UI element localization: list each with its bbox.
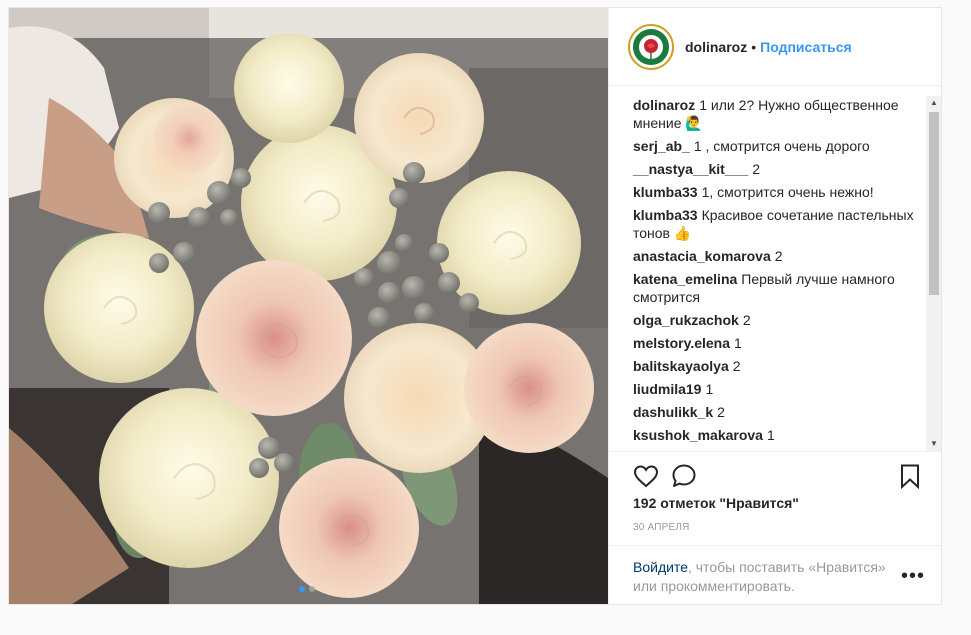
scroll-up-arrow-icon[interactable]: ▲ [926, 96, 941, 110]
comment-item: serj_ab_ 1 , смотрится очень дорого [633, 137, 919, 155]
carousel-dot[interactable] [299, 586, 305, 592]
comment-author-link[interactable]: ksushok_makarova [633, 427, 763, 443]
comments-section: dolinaroz 1 или 2? Нужно общественное мне… [609, 96, 941, 451]
post-photo[interactable] [9, 8, 608, 604]
more-options-icon[interactable]: ••• [901, 566, 925, 586]
comment-icon[interactable] [670, 462, 698, 490]
username-link[interactable]: dolinaroz [685, 39, 747, 55]
comment-author-link[interactable]: __nastya__kit___ [633, 161, 748, 177]
comment-text: 1 [734, 335, 742, 351]
comment-author-link[interactable]: dolinaroz [633, 97, 695, 113]
comment-text: 2 [752, 161, 760, 177]
comment-author-link[interactable]: melstory.elena [633, 335, 730, 351]
comment-item: katena_emelina Первый лучше намного смотр… [633, 270, 919, 306]
carousel-dot[interactable] [309, 586, 315, 592]
avatar[interactable] [628, 24, 674, 70]
instagram-post: dolinaroz • Подписаться dolinaroz 1 или 2? … [8, 7, 942, 605]
rose-logo-icon [633, 29, 669, 65]
comment-author-link[interactable]: serj_ab_ [633, 138, 690, 154]
comment-item: liudmila19 1 [633, 380, 919, 398]
comment-list: dolinaroz 1 или 2? Нужно общественное мне… [633, 96, 919, 449]
comment-author-link[interactable]: katena_emelina [633, 271, 737, 287]
comment-author-link[interactable]: anastacia_komarova [633, 248, 771, 264]
comment-item: dashulikk_k 2 [633, 403, 919, 421]
comment-item: klumba33 Красивое сочетание пастельных то… [633, 206, 919, 242]
comment-text: 1 [766, 427, 775, 443]
comment-text: 1, смотрится очень нежно! [701, 184, 874, 200]
post-header: dolinaroz • Подписаться [609, 8, 941, 86]
comment-item: ksushok_makarova 1 [633, 426, 919, 444]
follow-button[interactable]: Подписаться [760, 39, 852, 55]
likes-count[interactable]: 192 отметок "Нравится" [633, 495, 799, 511]
comment-item: dolinaroz 1 или 2? Нужно общественное мне… [633, 96, 919, 132]
comment-item: balitskayaolya 2 [633, 357, 919, 375]
comment-text: 1 , смотрится очень дорого [693, 138, 870, 154]
heart-icon[interactable] [632, 462, 660, 490]
comment-item: __nastya__kit___ 2 [633, 160, 919, 178]
comment-item: anastacia_komarova 2 [633, 247, 919, 265]
post-date[interactable]: 30 апреля [633, 522, 690, 533]
comments-scrollbar[interactable]: ▲ ▼ [926, 96, 941, 451]
header-text: dolinaroz • Подписаться [685, 39, 852, 55]
bouquet-image [9, 8, 608, 604]
comment-author-link[interactable]: olga_rukzachok [633, 312, 739, 328]
comment-author-link[interactable]: klumba33 [633, 207, 698, 223]
login-prompt: Войдите, чтобы поставить «Нравится» или … [609, 545, 941, 603]
post-actions: 192 отметок "Нравится" 30 апреля Войдите… [609, 451, 941, 603]
header-separator: • [751, 39, 757, 55]
scroll-down-arrow-icon[interactable]: ▼ [926, 437, 941, 451]
comment-author-link[interactable]: klumba33 [633, 184, 698, 200]
login-link[interactable]: Войдите [633, 559, 688, 575]
post-side-panel: dolinaroz • Подписаться dolinaroz 1 или 2? … [608, 8, 941, 604]
comment-text: 2 [774, 248, 783, 264]
carousel-indicator [299, 586, 315, 592]
comment-author-link[interactable]: dashulikk_k [633, 404, 713, 420]
comment-item: olga_rukzachok 2 [633, 311, 919, 329]
comment-text: 1 [705, 381, 714, 397]
dolinaroz-logo [633, 29, 669, 65]
comment-item: klumba33 1, смотрится очень нежно! [633, 183, 919, 201]
comment-text: 2 [742, 312, 751, 328]
comment-author-link[interactable]: liudmila19 [633, 381, 701, 397]
comment-item: melstory.elena 1 [633, 334, 919, 352]
comment-text: 2 [717, 404, 725, 420]
scroll-thumb[interactable] [929, 112, 939, 295]
bookmark-icon[interactable] [896, 462, 924, 490]
comment-text: 2 [732, 358, 741, 374]
comment-author-link[interactable]: balitskayaolya [633, 358, 729, 374]
login-text: Войдите, чтобы поставить «Нравится» или … [633, 558, 893, 596]
